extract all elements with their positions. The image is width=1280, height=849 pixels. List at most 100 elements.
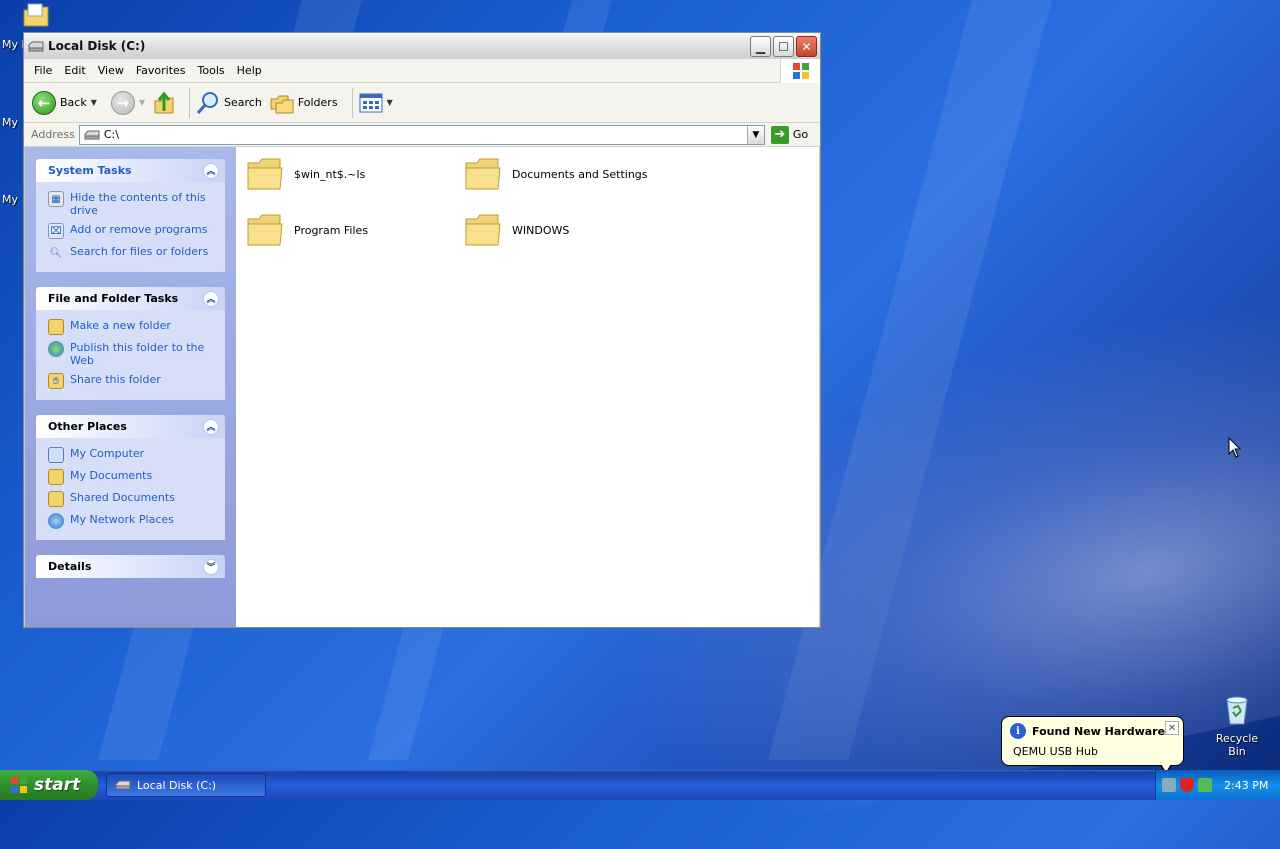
folders-button[interactable]: Folders xyxy=(270,92,338,114)
hardware-icon[interactable] xyxy=(1162,778,1176,792)
minimize-button[interactable]: ▁ xyxy=(750,36,771,57)
taskbar-item-local-disk[interactable]: Local Disk (C:) xyxy=(106,773,266,797)
start-button[interactable]: start xyxy=(0,770,98,800)
task-label: Publish this folder to the Web xyxy=(70,341,205,367)
menu-favorites[interactable]: Favorites xyxy=(130,64,192,77)
collapse-icon[interactable]: ︽ xyxy=(203,162,219,179)
system-tray: 2:43 PM xyxy=(1155,770,1280,800)
folder-item[interactable]: Documents and Settings xyxy=(464,157,648,191)
desktop-label-my-network[interactable]: My xyxy=(2,193,18,206)
balloon-close-button[interactable]: ✕ xyxy=(1165,721,1179,735)
system-tasks-title: System Tasks xyxy=(48,164,132,177)
place-label: My Documents xyxy=(70,469,153,482)
notification-balloon[interactable]: i Found New Hardware ✕ QEMU USB Hub xyxy=(1001,716,1184,775)
place-my-computer[interactable]: My Computer xyxy=(48,444,217,466)
search-button[interactable]: Search xyxy=(196,91,262,115)
expand-icon[interactable]: ︾ xyxy=(203,558,219,575)
place-shared-documents[interactable]: Shared Documents xyxy=(48,488,217,510)
security-shield-icon[interactable] xyxy=(1180,778,1194,792)
forward-button[interactable]: → ▼ xyxy=(110,90,145,115)
collapse-icon[interactable]: ︽ xyxy=(203,290,219,307)
maximize-button[interactable]: ☐ xyxy=(773,36,794,57)
folder-name: Program Files xyxy=(294,223,369,237)
menu-edit[interactable]: Edit xyxy=(58,64,91,77)
task-label: Search for files or folders xyxy=(70,245,209,258)
toolbar: ← Back ▼ → ▼ Search Folders ▼ xyxy=(24,83,820,123)
file-list-pane: $win_nt$.~ls Documents and Settings Prog… xyxy=(236,147,819,627)
balloon-message: QEMU USB Hub xyxy=(1013,745,1098,758)
network-icon[interactable] xyxy=(1198,778,1212,792)
close-icon: ✕ xyxy=(1167,722,1177,734)
file-folder-tasks-header[interactable]: File and Folder Tasks ︽ xyxy=(36,287,225,310)
globe-icon xyxy=(48,341,64,357)
recycle-bin-icon xyxy=(1226,696,1248,725)
task-publish-folder-web[interactable]: Publish this folder to the Web xyxy=(48,338,217,370)
go-label: Go xyxy=(792,128,809,141)
system-tasks-header[interactable]: System Tasks ︽ xyxy=(36,159,225,182)
desktop-label-my-computer[interactable]: My xyxy=(2,116,18,129)
go-button[interactable]: ➔ Go xyxy=(770,125,809,144)
up-folder-icon xyxy=(154,91,174,113)
drive-icon xyxy=(28,41,44,52)
share-folder-icon: ✋︎ xyxy=(48,373,64,389)
folders-label: Folders xyxy=(297,96,338,109)
collapse-icon[interactable]: ︽ xyxy=(203,418,219,435)
task-search-files[interactable]: 🔍︎ Search for files or folders xyxy=(48,242,217,264)
place-my-documents[interactable]: My Documents xyxy=(48,466,217,488)
clock[interactable]: 2:43 PM xyxy=(1224,779,1268,792)
close-button[interactable]: ✕ xyxy=(796,36,817,57)
chevron-down-icon: ▼ xyxy=(752,129,760,140)
task-label: Add or remove programs xyxy=(70,223,208,236)
task-item-label: Local Disk (C:) xyxy=(137,778,217,792)
other-places-title: Other Places xyxy=(48,420,127,433)
forward-dropdown-icon[interactable]: ▼ xyxy=(139,98,145,107)
up-folder-button[interactable] xyxy=(153,91,175,115)
back-button[interactable]: ← Back ▼ xyxy=(32,90,97,115)
menu-file[interactable]: File xyxy=(28,64,58,77)
desktop-icon-my-documents[interactable] xyxy=(22,2,50,28)
folder-icon xyxy=(465,214,501,246)
start-label: start xyxy=(34,775,81,795)
address-value: C:\ xyxy=(103,128,119,141)
task-hide-drive-contents[interactable]: ▦ Hide the contents of this drive xyxy=(48,188,217,220)
other-places-panel: Other Places ︽ My Computer My Documents … xyxy=(36,415,225,540)
place-label: My Network Places xyxy=(70,513,174,526)
views-dropdown-icon[interactable]: ▼ xyxy=(387,98,393,107)
folder-item[interactable]: WINDOWS xyxy=(464,213,569,247)
windows-flag-icon xyxy=(792,63,809,79)
place-my-network-places[interactable]: My Network Places xyxy=(48,510,217,532)
desktop-icon-recycle-bin[interactable]: Recycle Bin xyxy=(1206,694,1268,758)
folder-item[interactable]: $win_nt$.~ls xyxy=(246,157,365,191)
task-label: Share this folder xyxy=(70,373,161,386)
folders-icon xyxy=(270,95,294,113)
task-label: Hide the contents of this drive xyxy=(70,191,206,217)
search-icon xyxy=(196,91,219,114)
window-title: Local Disk (C:) xyxy=(48,39,146,53)
details-header[interactable]: Details ︾ xyxy=(36,555,225,578)
task-label: Make a new folder xyxy=(70,319,171,332)
menu-help[interactable]: Help xyxy=(231,64,268,77)
task-add-remove-programs[interactable]: ⌧ Add or remove programs xyxy=(48,220,217,242)
explorer-window: Local Disk (C:) ▁ ☐ ✕ File Edit View Fav… xyxy=(23,32,821,628)
menu-bar: File Edit View Favorites Tools Help xyxy=(24,59,820,83)
address-dropdown-button[interactable]: ▼ xyxy=(746,125,764,144)
views-button[interactable]: ▼ xyxy=(359,93,393,113)
back-dropdown-icon[interactable]: ▼ xyxy=(91,98,97,107)
task-share-folder[interactable]: ✋︎ Share this folder xyxy=(48,370,217,392)
task-make-new-folder[interactable]: Make a new folder xyxy=(48,316,217,338)
documents-icon xyxy=(48,469,64,485)
title-bar[interactable]: Local Disk (C:) ▁ ☐ ✕ xyxy=(24,33,820,59)
forward-arrow-icon: → xyxy=(110,90,135,115)
maximize-icon: ☐ xyxy=(778,39,789,54)
menu-tools[interactable]: Tools xyxy=(192,64,231,77)
other-places-header[interactable]: Other Places ︽ xyxy=(36,415,225,438)
menu-view[interactable]: View xyxy=(92,64,130,77)
address-input[interactable]: C:\ ▼ xyxy=(78,124,765,145)
window-content: System Tasks ︽ ▦ Hide the contents of th… xyxy=(25,147,819,627)
shared-folder-icon xyxy=(48,491,64,507)
system-tasks-panel: System Tasks ︽ ▦ Hide the contents of th… xyxy=(36,159,225,272)
folder-item[interactable]: Program Files xyxy=(246,213,368,247)
details-title: Details xyxy=(48,560,92,573)
place-label: Shared Documents xyxy=(70,491,175,504)
mouse-cursor-icon xyxy=(1228,437,1242,458)
